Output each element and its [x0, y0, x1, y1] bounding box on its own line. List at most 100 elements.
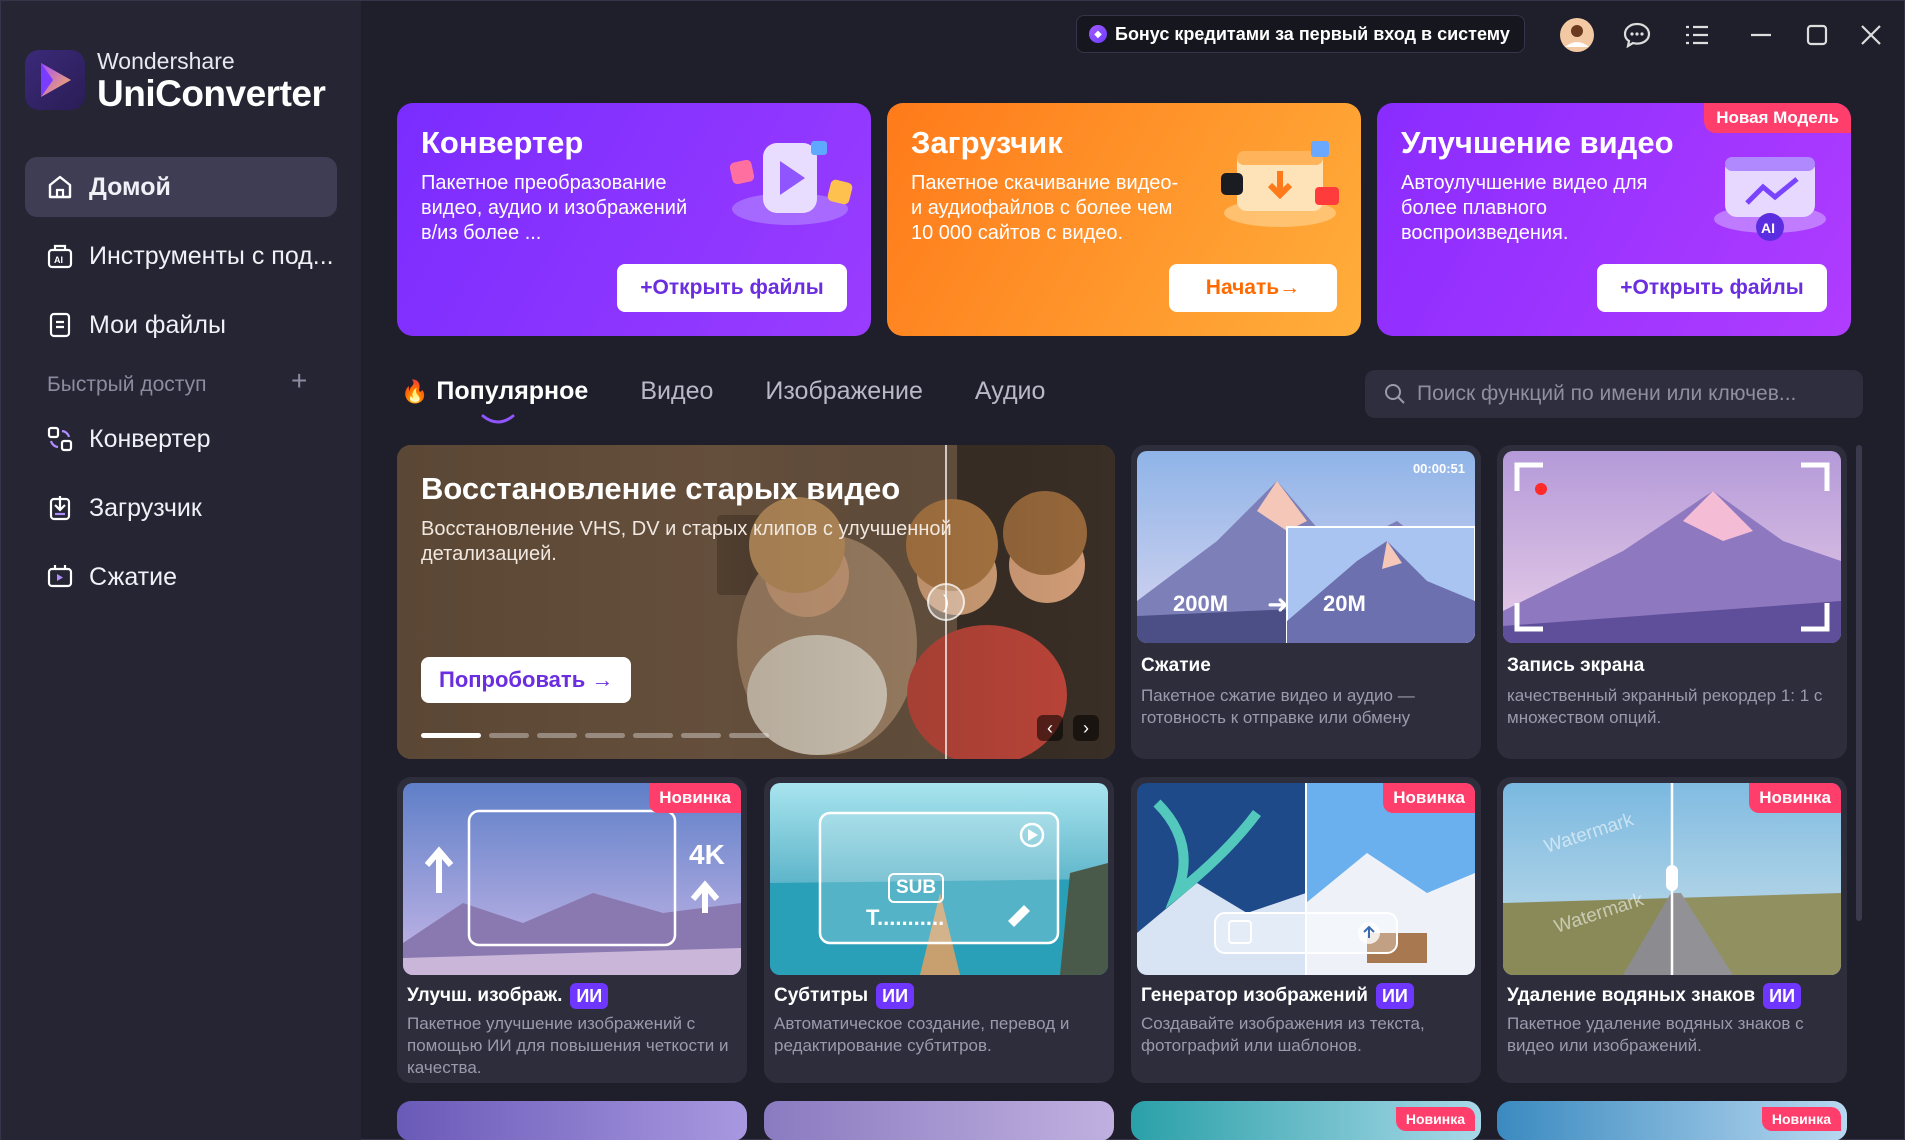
tab-audio[interactable]: Аудио	[975, 377, 1046, 406]
sidebar-item-label: Загрузчик	[89, 493, 202, 522]
close-icon[interactable]	[1851, 15, 1891, 55]
sidebar-item-label: Мои файлы	[89, 310, 226, 339]
carousel-arrows: ‹ ›	[1027, 715, 1099, 741]
tool-card-screen-record[interactable]: Запись экрана качественный экранный реко…	[1497, 445, 1847, 759]
video-timestamp: 00:00:51	[1412, 461, 1465, 476]
tool-card-subtitles[interactable]: SUB T........... Субтитры ИИ Автоматическ…	[764, 777, 1114, 1083]
tool-card-partial[interactable]	[397, 1101, 747, 1140]
sidebar-item-label: Домой	[89, 172, 171, 201]
card-title: Сжатие	[1141, 655, 1211, 676]
tool-card-compress[interactable]: 00:00:51 200M ➜ 20M Сжатие Пакетное сжат…	[1131, 445, 1481, 759]
sidebar-item-ai-tools[interactable]: AI Инструменты с под...	[25, 226, 337, 286]
tab-image[interactable]: Изображение	[765, 377, 922, 406]
carousel-dot[interactable]	[681, 733, 721, 738]
arrow-right-icon: ➜	[1267, 589, 1289, 619]
carousel-dot[interactable]	[585, 733, 625, 738]
ai-badge: ИИ	[876, 983, 915, 1009]
sidebar-item-label: Инструменты с под...	[89, 241, 334, 270]
resolution-label: 4K	[689, 839, 725, 870]
ai-badge: ИИ	[570, 983, 609, 1009]
sidebar-item-label: Конвертер	[89, 424, 211, 453]
card-title: Генератор изображений ИИ	[1141, 983, 1414, 1009]
chevron-right-icon[interactable]: ›	[1073, 715, 1099, 741]
card-desc: Пакетное удаление водяных знаков с видео…	[1507, 1014, 1804, 1055]
open-files-button[interactable]: +Открыть файлы	[1597, 264, 1827, 312]
banner-title: Восстановление старых видео	[421, 471, 901, 506]
start-button[interactable]: Начать→	[1169, 264, 1337, 312]
hero-card-converter[interactable]: Конвертер Пакетное преобразование видео,…	[397, 103, 871, 336]
compress-icon	[45, 562, 75, 592]
carousel-dot[interactable]	[537, 733, 577, 738]
sidebar-item-converter[interactable]: Конвертер	[25, 409, 337, 469]
carousel-dot[interactable]	[729, 733, 769, 738]
ai-badge: ИИ	[1375, 983, 1414, 1009]
new-model-badge: Новая Модель	[1704, 103, 1851, 133]
home-icon	[45, 172, 75, 202]
diamond-icon: ◆	[1089, 25, 1107, 43]
hero-desc: Пакетное скачивание видео- и аудиофайлов…	[911, 172, 1179, 244]
tool-card-partial[interactable]: Новинка	[1131, 1101, 1481, 1140]
tool-card-image-generator[interactable]: Новинка Генератор изображений ИИ Создавай…	[1131, 777, 1481, 1083]
bonus-credits-button[interactable]: ◆ Бонус кредитами за первый вход в систе…	[1076, 15, 1525, 53]
card-title: Удаление водяных знаков ИИ	[1507, 983, 1802, 1009]
sidebar-item-home[interactable]: Домой	[25, 157, 337, 217]
featured-banner[interactable]: ) Восстановление старых видео Восстановл…	[397, 445, 1115, 759]
card-title: Улучш. изображ. ИИ	[407, 983, 609, 1009]
card-thumbnail	[1503, 451, 1841, 643]
carousel-dot[interactable]	[489, 733, 529, 738]
feature-search[interactable]	[1365, 370, 1863, 418]
app-logo: Wondershare UniConverter	[25, 47, 326, 114]
quick-access-heading: Быстрый доступ	[47, 373, 207, 396]
sidebar-item-my-files[interactable]: Мои файлы	[25, 295, 337, 355]
tool-card-partial[interactable]: Новинка	[1497, 1101, 1847, 1140]
sidebar: Wondershare UniConverter Домой AI Инстру…	[1, 1, 361, 1140]
avatar[interactable]	[1557, 15, 1597, 55]
downloader-icon	[45, 493, 75, 523]
main-scrollbar[interactable]	[1856, 445, 1862, 921]
sidebar-item-downloader[interactable]: Загрузчик	[25, 478, 337, 538]
sidebar-item-compress[interactable]: Сжатие	[25, 547, 337, 607]
uniconverter-logo-icon	[25, 50, 85, 110]
category-tabs: 🔥 Популярное Видео Изображение Аудио	[401, 377, 1097, 424]
quick-access-add-button[interactable]: +	[291, 367, 307, 395]
chevron-left-icon[interactable]: ‹	[1037, 715, 1063, 741]
search-icon	[1383, 382, 1407, 406]
tab-video[interactable]: Видео	[640, 377, 713, 406]
card-desc: Пакетное улучшение изображений с помощью…	[407, 1014, 729, 1077]
new-badge: Новинка	[1761, 1107, 1841, 1131]
tool-card-image-enhance[interactable]: Новинка 4K Улучш. изображ. ИИ Пакетное ул…	[397, 777, 747, 1083]
maximize-icon[interactable]	[1797, 15, 1837, 55]
try-button[interactable]: Попробовать →	[421, 657, 632, 703]
carousel-dot[interactable]	[633, 733, 673, 738]
card-title: Запись экрана	[1507, 655, 1645, 676]
new-badge: Новинка	[1749, 783, 1841, 813]
carousel-dot[interactable]	[421, 733, 481, 738]
hero-card-video-enhance[interactable]: Новая Модель Улучшение видео Автоулучшен…	[1377, 103, 1851, 336]
tool-card-watermark-remove[interactable]: Новинка Watermark Watermark Удаление вод…	[1497, 777, 1847, 1083]
minimize-icon[interactable]	[1741, 15, 1781, 55]
files-icon	[45, 310, 75, 340]
hero-desc: Автоулучшение видео для более плавного в…	[1401, 172, 1648, 244]
product-name: UniConverter	[97, 73, 326, 114]
menu-icon[interactable]	[1677, 15, 1717, 55]
tab-popular[interactable]: 🔥 Популярное	[401, 377, 588, 424]
hero-title: Улучшение видео	[1401, 125, 1674, 160]
new-badge: Новинка	[1383, 783, 1475, 813]
ai-tools-icon: AI	[45, 241, 75, 271]
converter-icon	[45, 424, 75, 454]
hero-desc: Пакетное преобразование видео, аудио и и…	[421, 172, 688, 244]
carousel-dots	[421, 733, 777, 738]
open-files-button[interactable]: +Открыть файлы	[617, 264, 847, 312]
subtitle-text: T...........	[866, 905, 945, 930]
tool-card-partial[interactable]	[764, 1101, 1114, 1140]
card-desc: Создавайте изображения из текста, фотогр…	[1141, 1014, 1425, 1055]
search-input[interactable]	[1417, 382, 1837, 406]
card-thumbnail: 00:00:51 200M ➜ 20M	[1137, 451, 1475, 643]
hero-title: Конвертер	[421, 125, 584, 160]
hero-card-downloader[interactable]: Загрузчик Пакетное скачивание видео- и а…	[887, 103, 1361, 336]
compare-handle[interactable]: )	[927, 583, 965, 621]
video-enhance-illustration-icon: AI	[1705, 147, 1835, 247]
card-desc: Автоматическое создание, перевод и редак…	[774, 1014, 1070, 1055]
tab-active-indicator	[481, 414, 515, 424]
message-icon[interactable]	[1617, 15, 1657, 55]
